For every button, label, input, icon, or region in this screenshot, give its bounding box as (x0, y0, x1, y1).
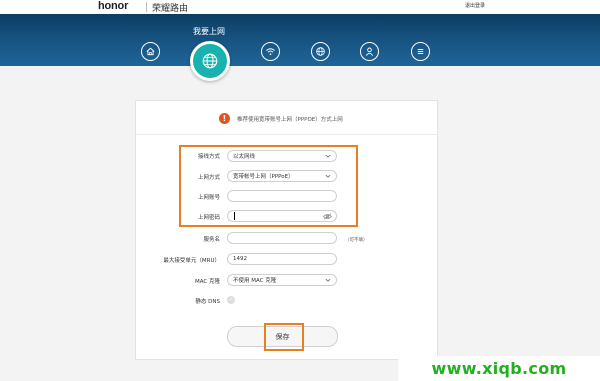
nav-home-button[interactable] (141, 42, 160, 61)
globe-settings-icon (316, 47, 325, 56)
check-icon: ✓ (228, 296, 234, 303)
logo-separator (146, 2, 147, 12)
app-subtitle: 荣耀路由 (152, 4, 189, 14)
nav-current-label: 我要上网 (193, 27, 225, 36)
menu-icon (417, 49, 424, 54)
user-icon (365, 47, 374, 56)
mru-input[interactable]: 1492 (227, 253, 337, 265)
mac-clone-select[interactable]: 不使用 MAC 克隆 (227, 274, 337, 286)
brand-logo: honor (98, 0, 129, 12)
service-name-input[interactable] (227, 232, 337, 244)
card-divider (136, 134, 437, 135)
static-dns-toggle[interactable]: ✓ (227, 296, 235, 304)
service-name-hint: （可不填） (345, 238, 368, 243)
settings-card (135, 100, 438, 360)
highlight-box-fields (179, 145, 358, 227)
globe-icon (202, 53, 218, 69)
mru-label: 最大接受单元（MRU） (163, 258, 220, 264)
nav-user-button[interactable] (360, 42, 379, 61)
home-icon (146, 47, 155, 56)
service-name-label: 服务名 (203, 237, 220, 243)
notice-text: 推荐使用宽带账号上网（PPPOE）方式上网 (237, 117, 343, 123)
warning-icon: ! (219, 113, 230, 124)
top-bar: honor 荣耀路由 退出登录 (0, 0, 600, 14)
nav-internet-button[interactable] (190, 41, 230, 81)
nav-band (0, 14, 600, 66)
static-dns-label: 静态 DNS (195, 299, 220, 305)
nav-wifi-button[interactable] (261, 42, 280, 61)
site-watermark: www.xiqb.com (398, 356, 600, 381)
logout-link[interactable]: 退出登录 (465, 2, 485, 9)
nav-network-settings-button[interactable] (311, 42, 330, 61)
mru-value: 1492 (233, 256, 247, 262)
mac-clone-value: 不使用 MAC 克隆 (233, 278, 277, 284)
mac-clone-label: MAC 克隆 (195, 279, 220, 285)
highlight-box-save (264, 323, 304, 351)
nav-more-button[interactable] (411, 42, 430, 61)
chevron-down-icon (325, 278, 331, 282)
wifi-icon (266, 48, 275, 56)
